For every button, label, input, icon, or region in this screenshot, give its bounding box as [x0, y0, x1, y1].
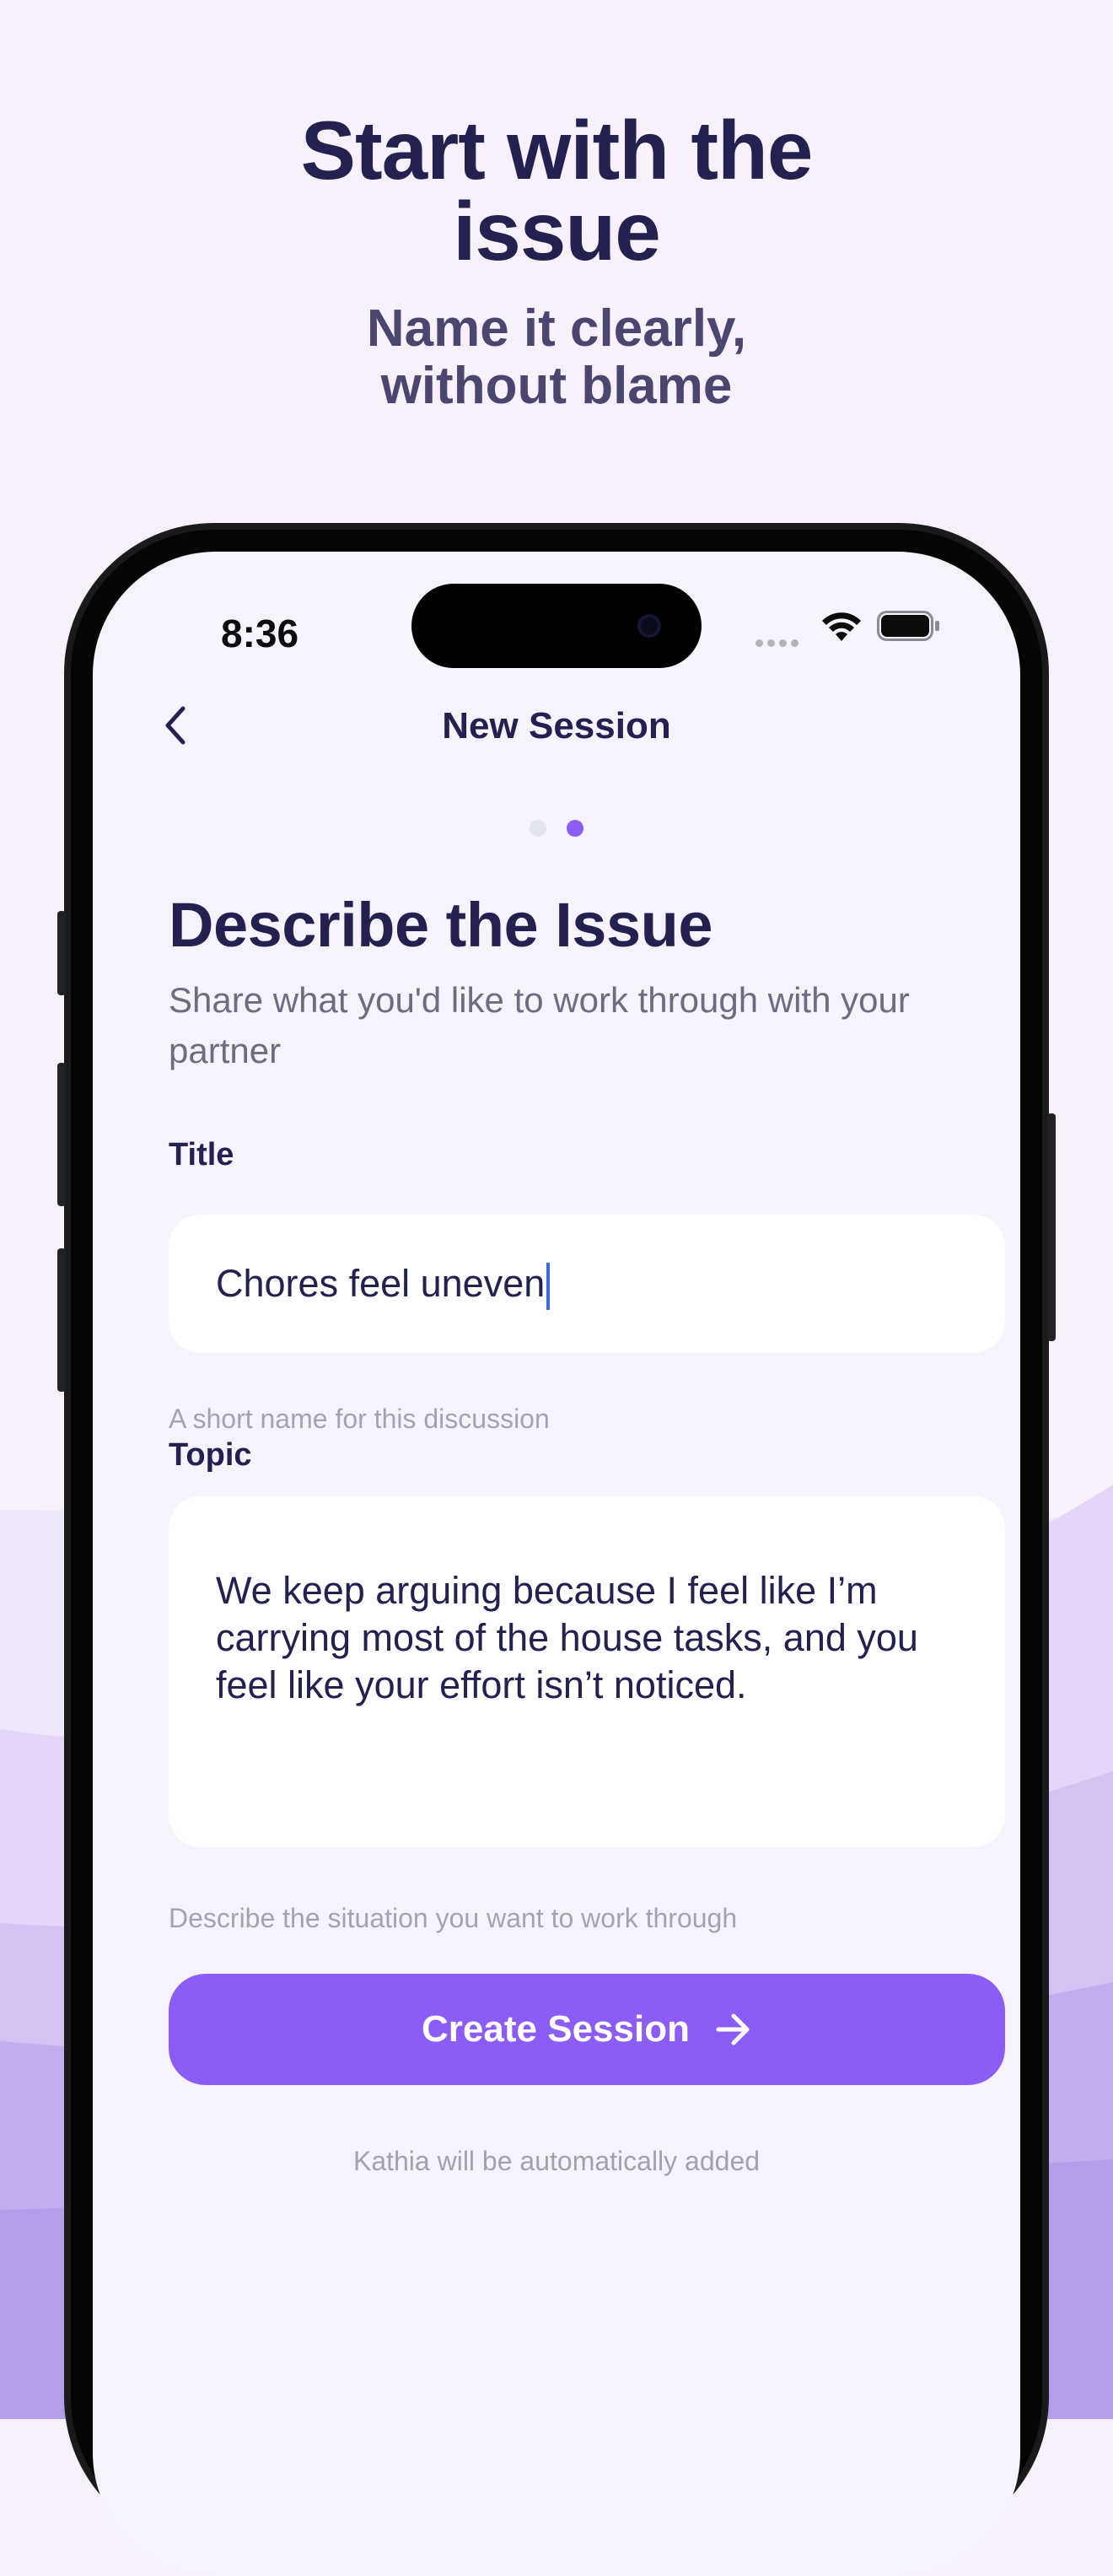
title-label: Title: [169, 1137, 234, 1172]
headline-line-2: issue: [453, 185, 661, 278]
create-session-label: Create Session: [422, 2008, 690, 2050]
phone-frame: 8:36 New Session Describe the Issue Shar…: [57, 523, 1056, 2576]
topic-hint: Describe the situation you want to work …: [169, 1903, 738, 1933]
topic-textarea[interactable]: We keep arguing because I feel like I’m …: [169, 1496, 1005, 1847]
title-hint: A short name for this discussion: [169, 1404, 550, 1434]
topic-textarea-value: We keep arguing because I feel like I’m …: [216, 1569, 918, 1706]
headline-line-1: Start with the: [300, 104, 814, 197]
title-input[interactable]: Chores feel uneven: [169, 1215, 1005, 1353]
marketing-headline: Start with the issue: [0, 104, 1113, 278]
nav-title: New Session: [442, 705, 671, 746]
page-description: Share what you'd like to work through wi…: [169, 980, 910, 1070]
front-camera-icon: [637, 614, 661, 638]
volume-up-button: [57, 1063, 66, 1206]
create-session-button[interactable]: Create Session: [169, 1974, 1005, 2085]
step-dot-2-active: [567, 820, 583, 837]
wifi-icon: [822, 612, 861, 641]
power-button: [1047, 1113, 1056, 1341]
cellular-signal-icon: [755, 636, 803, 647]
text-cursor: [546, 1263, 551, 1311]
subhead-line-2: without blame: [380, 357, 733, 415]
status-time: 8:36: [221, 612, 299, 655]
step-dot-1: [530, 820, 546, 837]
action-button: [57, 911, 66, 995]
battery-icon: [877, 611, 939, 641]
page-title: Describe the Issue: [169, 890, 712, 960]
dynamic-island: [411, 584, 702, 668]
marketing-subhead: Name it clearly, without blame: [0, 300, 1113, 415]
title-input-value: Chores feel uneven: [216, 1260, 551, 1311]
topic-label: Topic: [169, 1437, 252, 1473]
auto-add-note: Kathia will be automatically added: [352, 2146, 761, 2176]
volume-down-button: [57, 1248, 66, 1392]
arrow-right-icon: [716, 2013, 750, 2045]
title-input-text: Chores feel uneven: [216, 1262, 546, 1305]
app-screen: 8:36 New Session Describe the Issue Shar…: [93, 552, 1020, 2576]
step-indicator: [93, 820, 1020, 837]
subhead-line-1: Name it clearly,: [366, 299, 747, 358]
